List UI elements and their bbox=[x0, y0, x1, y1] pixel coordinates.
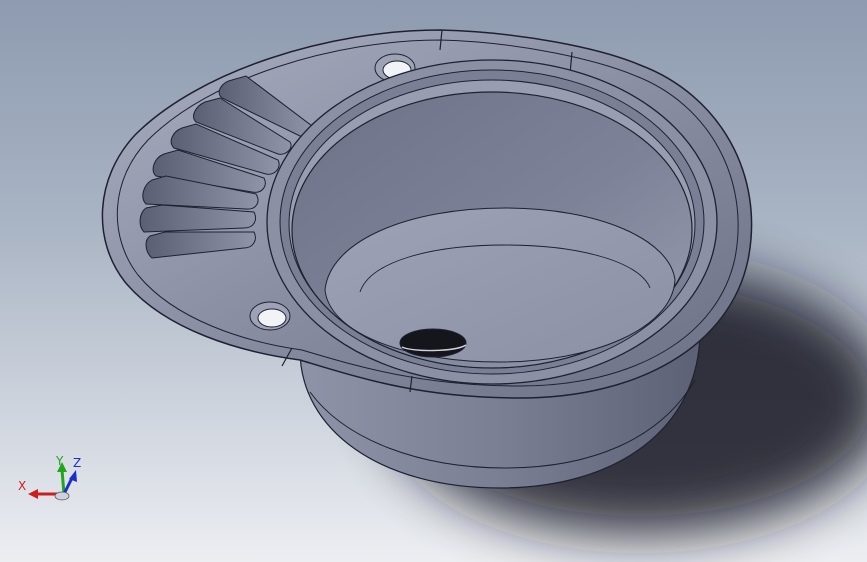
triad-z-label: Z bbox=[73, 456, 82, 470]
triad-x-label: X bbox=[18, 479, 27, 493]
bowl-interior bbox=[291, 91, 693, 369]
tap-hole-bottom bbox=[249, 301, 291, 331]
triad-y-label: Y bbox=[56, 454, 64, 468]
sink-3d-model[interactable] bbox=[0, 0, 867, 562]
graphics-viewport[interactable]: X Y Z bbox=[0, 0, 867, 562]
triad-axes bbox=[28, 462, 77, 501]
drain-hole bbox=[399, 328, 467, 358]
